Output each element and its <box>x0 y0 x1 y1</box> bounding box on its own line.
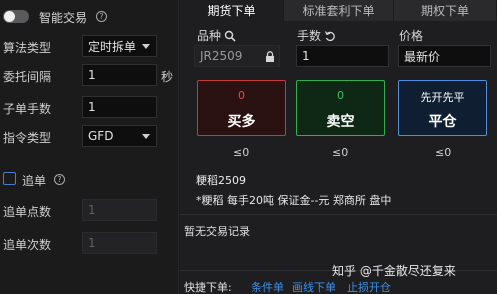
symbol-value: JR2509 <box>200 49 243 63</box>
help-icon[interactable]: ? <box>96 11 107 22</box>
tab-spread-order[interactable]: 标准套利下单 <box>284 0 394 21</box>
chase-count-input[interactable]: 1 <box>82 232 157 254</box>
order-panel: 期货下单 标准套利下单 期权下单 品种 手数 价格 JR2509 1 最新价 0… <box>180 0 497 294</box>
price-value: 最新价 <box>404 49 441 64</box>
algo-settings-panel: 智能交易 ? 算法类型 定时拆单 委托间隔 1 秒 子单手数 1 指令类型 GF… <box>0 0 179 294</box>
sell-label: 卖空 <box>326 114 355 130</box>
order-tabs: 期货下单 标准套利下单 期权下单 <box>180 0 497 21</box>
order-type-label: 指令类型 <box>3 131 52 145</box>
instrument-description: *粳稻 每手20吨 保证金--元 郑商所 盘中 <box>196 194 392 207</box>
symbol-header: 品种 <box>197 27 236 44</box>
order-type-value: GFD <box>88 129 114 143</box>
chase-label: 追单 <box>22 174 47 188</box>
chase-points-value: 1 <box>88 203 96 217</box>
instrument-name: 粳稻2509 <box>196 174 246 187</box>
section-divider <box>180 214 497 215</box>
chevron-down-icon <box>142 134 150 139</box>
watermark: 知乎 @千金散尽还复来 <box>332 264 456 278</box>
tab-futures-order[interactable]: 期货下单 <box>180 0 284 21</box>
toggle-knob <box>4 11 15 22</box>
quick-order-label: 快捷下单: <box>184 281 232 294</box>
tab-option-order[interactable]: 期权下单 <box>394 0 497 21</box>
qty-value: 1 <box>302 49 310 63</box>
price-header: 价格 <box>399 27 423 44</box>
draw-line-order-link[interactable]: 画线下单 <box>292 279 336 294</box>
trade-records-empty: 暂无交易记录 <box>184 225 250 238</box>
algo-type-select[interactable]: 定时拆单 <box>82 35 157 57</box>
symbol-field[interactable]: JR2509 <box>194 45 280 67</box>
sub-qty-value: 1 <box>88 100 96 114</box>
sub-qty-input[interactable]: 1 <box>82 96 157 118</box>
qty-label: 手数 <box>297 29 322 43</box>
lock-icon[interactable] <box>265 51 275 62</box>
price-input[interactable]: 最新价 <box>398 45 491 67</box>
chase-points-input[interactable]: 1 <box>82 199 157 221</box>
help-icon[interactable]: ? <box>54 174 65 185</box>
interval-label: 委托间隔 <box>3 70 52 84</box>
chase-checkbox[interactable] <box>3 172 16 185</box>
conditional-order-link[interactable]: 条件单 <box>251 279 284 294</box>
qty-header: 手数 <box>297 27 336 44</box>
interval-value: 1 <box>88 68 96 82</box>
chase-count-label: 追单次数 <box>3 238 52 252</box>
sell-count: 0 <box>337 89 344 102</box>
symbol-label: 品种 <box>197 29 222 43</box>
chase-points-label: 追单点数 <box>3 205 52 219</box>
order-type-select[interactable]: GFD <box>82 125 157 147</box>
buy-limit: ≤0 <box>233 146 250 159</box>
close-position-button[interactable]: 先开先平 平仓 <box>398 80 487 136</box>
buy-label: 买多 <box>227 114 256 130</box>
close-mode: 先开先平 <box>420 91 465 104</box>
stop-loss-open-link[interactable]: 止损开仓 <box>347 279 391 294</box>
algo-type-value: 定时拆单 <box>88 39 137 54</box>
smart-trade-toggle[interactable] <box>3 10 29 23</box>
buy-long-button[interactable]: 0 买多 <box>197 80 286 136</box>
sell-limit: ≤0 <box>332 146 349 159</box>
interval-unit: 秒 <box>161 70 174 84</box>
close-limit: ≤0 <box>435 146 452 159</box>
close-label: 平仓 <box>428 114 457 130</box>
sub-qty-label: 子单手数 <box>3 102 52 116</box>
chase-count-value: 1 <box>88 236 96 250</box>
algo-type-label: 算法类型 <box>3 41 52 55</box>
search-icon[interactable] <box>224 30 236 42</box>
sell-short-button[interactable]: 0 卖空 <box>296 80 385 136</box>
chevron-down-icon <box>142 44 150 49</box>
reset-icon[interactable] <box>324 30 336 42</box>
price-label: 价格 <box>399 29 424 43</box>
qty-input[interactable]: 1 <box>296 45 389 67</box>
interval-input[interactable]: 1 <box>82 64 157 86</box>
smart-trade-label: 智能交易 <box>39 11 88 25</box>
buy-count: 0 <box>238 89 245 102</box>
